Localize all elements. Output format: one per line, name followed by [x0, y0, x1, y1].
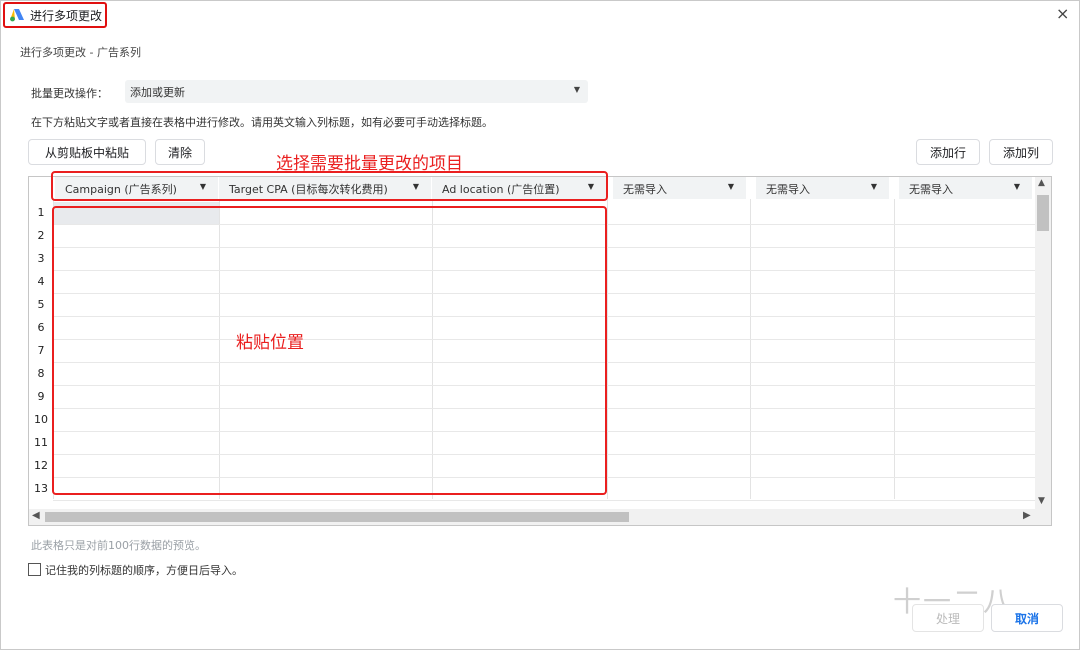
- scrollbar-thumb[interactable]: [45, 512, 629, 522]
- cancel-button[interactable]: 取消: [991, 604, 1063, 632]
- remember-order-label: 记住我的列标题的顺序，方便日后导入。: [45, 564, 243, 577]
- operation-label: 批量更改操作：: [31, 87, 108, 100]
- scroll-down-icon[interactable]: ▼: [1038, 496, 1045, 506]
- row-number: 1: [37, 206, 45, 219]
- operation-select[interactable]: 添加或更新 ▼: [125, 80, 588, 103]
- chevron-down-icon: ▼: [573, 85, 580, 94]
- add-column-button[interactable]: 添加列: [989, 139, 1053, 165]
- chevron-down-icon: ▼: [727, 182, 734, 191]
- row-number: 6: [37, 321, 45, 334]
- add-row-button[interactable]: 添加行: [916, 139, 980, 165]
- grid-line: [53, 500, 1038, 501]
- column-header-label: 无需导入: [766, 183, 810, 196]
- column-header-label: 无需导入: [623, 183, 667, 196]
- annotation-paste-area: 粘贴位置: [236, 333, 304, 353]
- paste-area-highlight-box: [52, 206, 607, 495]
- chevron-down-icon: ▼: [870, 182, 877, 191]
- close-icon[interactable]: ×: [1056, 4, 1069, 23]
- column-header-5[interactable]: 无需导入 ▼: [756, 177, 890, 199]
- scroll-right-icon[interactable]: ▶: [1023, 510, 1031, 521]
- row-number: 12: [34, 459, 48, 472]
- row-number: 3: [37, 252, 45, 265]
- scroll-left-icon[interactable]: ◀: [32, 510, 40, 521]
- clear-button[interactable]: 清除: [155, 139, 205, 165]
- row-number: 8: [37, 367, 45, 380]
- row-number: 2: [37, 229, 45, 242]
- help-text: 在下方粘贴文字或者直接在表格中进行修改。请用英文输入列标题，如有必要可手动选择标…: [31, 116, 493, 129]
- operation-value: 添加或更新: [130, 86, 185, 99]
- process-button[interactable]: 处理: [912, 604, 984, 632]
- row-number: 9: [37, 390, 45, 403]
- column-header-label: 无需导入: [909, 183, 953, 196]
- window-title: 进行多项更改: [30, 9, 103, 23]
- row-number: 11: [34, 436, 48, 449]
- row-number: 10: [34, 413, 48, 426]
- chevron-down-icon: ▼: [1013, 182, 1020, 191]
- row-number: 4: [37, 275, 45, 288]
- scrollbar-thumb[interactable]: [1037, 195, 1049, 231]
- column-header-6[interactable]: 无需导入 ▼: [899, 177, 1033, 199]
- paste-from-clipboard-button[interactable]: 从剪贴板中粘贴: [28, 139, 146, 165]
- row-number: 13: [34, 482, 48, 495]
- scroll-up-icon[interactable]: ▲: [1038, 178, 1045, 188]
- preview-note: 此表格只是对前100行数据的预览。: [31, 539, 206, 552]
- dialog-subtitle: 进行多项更改 - 广告系列: [20, 46, 141, 59]
- horizontal-scrollbar[interactable]: ◀ ▶: [29, 509, 1051, 525]
- column-header-4[interactable]: 无需导入 ▼: [613, 177, 747, 199]
- row-number: 7: [37, 344, 45, 357]
- row-number: 5: [37, 298, 45, 311]
- remember-order-checkbox[interactable]: [28, 563, 41, 576]
- google-ads-logo-icon: [10, 9, 24, 22]
- vertical-scrollbar[interactable]: ▲ ▼: [1035, 177, 1051, 509]
- header-highlight-box: [51, 171, 608, 201]
